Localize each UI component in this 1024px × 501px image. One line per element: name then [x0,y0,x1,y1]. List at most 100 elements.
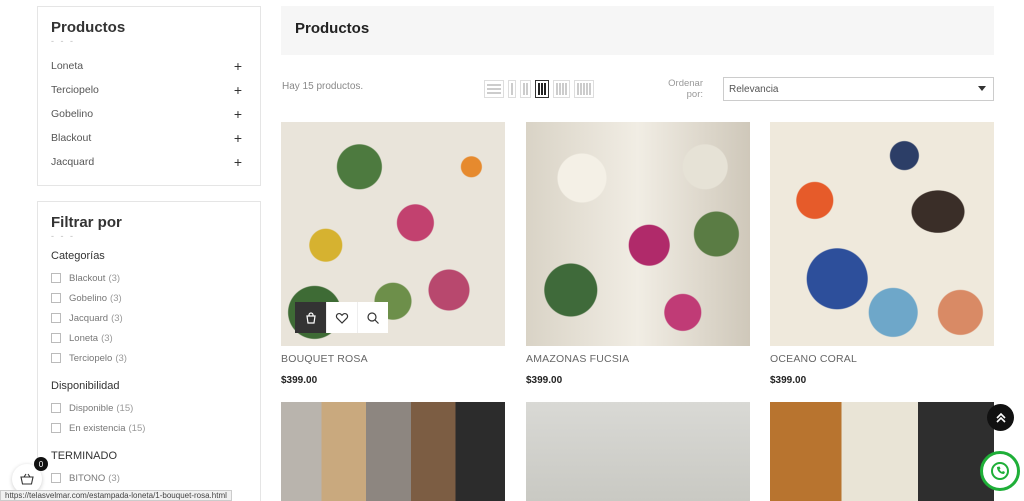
product-price: $399.00 [770,375,807,386]
filter-option-label: Terciopelo [69,352,113,364]
plus-icon[interactable]: + [234,130,242,146]
filter-checkbox[interactable] [51,353,61,363]
filter-option-gobelino[interactable]: Gobelino (3) [38,288,260,308]
product-card[interactable] [770,402,994,501]
sort-value: Relevancia [729,84,779,95]
product-card[interactable]: BOUQUET ROSA $399.00 [281,122,505,386]
filter-checkbox[interactable] [51,403,61,413]
product-card[interactable]: AMAZONAS FUCSIA $399.00 [526,122,750,386]
filter-section-title-disponibilidad: Disponibilidad [51,380,120,392]
category-label: Blackout [51,132,92,144]
caret-down-icon [978,86,986,91]
category-label: Terciopelo [51,84,99,96]
filter-option-count: (3) [111,312,123,324]
filter-option-en-existencia[interactable]: En existencia (15) [38,418,260,438]
plus-icon[interactable]: + [234,154,242,170]
filter-option-count: (3) [110,292,122,304]
whatsapp-button[interactable] [980,451,1020,491]
title-dashes: - - - [51,231,75,241]
basket-icon [20,473,34,485]
filter-option-terciopelo[interactable]: Terciopelo (3) [38,348,260,368]
status-bar-url: https://telasvelmar.com/estampada-loneta… [0,490,232,501]
filter-option-label: Disponible [69,402,114,414]
product-image[interactable] [526,122,750,346]
product-price: $399.00 [281,375,318,386]
categories-title: Productos [51,19,126,36]
filter-option-jacquard[interactable]: Jacquard (3) [38,308,260,328]
filter-option-label: Loneta [69,332,99,344]
card-actions [295,302,388,333]
magnifier-icon[interactable] [357,302,388,333]
product-image[interactable] [281,402,505,501]
filter-option-label: Blackout [69,272,106,284]
plus-icon[interactable]: + [234,82,242,98]
category-item-terciopelo[interactable]: Terciopelo + [38,78,260,102]
filter-checkbox[interactable] [51,473,61,483]
filter-checkbox[interactable] [51,273,61,283]
category-list: Loneta + Terciopelo + Gobelino + Blackout + … [38,54,260,174]
filter-option-label: Jacquard [69,312,109,324]
category-item-loneta[interactable]: Loneta + [38,54,260,78]
category-item-blackout[interactable]: Blackout + [38,126,260,150]
product-count: Hay 15 productos. [282,81,364,92]
filter-checkbox[interactable] [51,423,61,433]
category-label: Jacquard [51,156,95,168]
sort-select[interactable]: Relevancia [723,77,994,101]
product-image[interactable] [281,122,505,346]
filter-option-count: (15) [128,422,146,434]
filter-option-count: (15) [116,402,134,414]
filter-option-label: Gobelino [69,292,108,304]
grid-5-view-icon[interactable] [553,80,570,98]
sort-label: Ordenar por: [668,78,703,100]
filter-option-label: BITONO [69,472,106,484]
grid-6-view-icon[interactable] [574,80,594,98]
filter-option-count: (3) [115,352,127,364]
product-name[interactable]: BOUQUET ROSA [281,353,505,365]
product-name[interactable]: AMAZONAS FUCSIA [526,353,750,365]
filter-option-label: En existencia [69,422,126,434]
product-card[interactable]: OCEANO CORAL $399.00 [770,122,994,386]
filter-checkbox[interactable] [51,313,61,323]
grid-3-view-icon[interactable] [520,80,531,98]
grid-view-switcher [484,80,594,98]
filter-option-count: (3) [108,472,120,484]
filter-checkbox[interactable] [51,333,61,343]
category-item-jacquard[interactable]: Jacquard + [38,150,260,174]
whatsapp-icon [991,462,1009,480]
grid-2-view-icon[interactable] [508,80,516,98]
heart-icon[interactable] [326,302,357,333]
plus-icon[interactable]: + [234,106,242,122]
filter-option-loneta[interactable]: Loneta (3) [38,328,260,348]
page-title: Productos [295,20,370,37]
product-price: $399.00 [526,375,563,386]
filter-option-count: (3) [108,272,121,284]
category-label: Gobelino [51,108,94,120]
filter-section-title-categorias: Categorías [51,250,105,262]
categories-panel: Productos - - - Loneta + Terciopelo + Gobe… [37,6,261,186]
product-name[interactable]: OCEANO CORAL [770,353,994,365]
filter-option-bitono[interactable]: BITONO (3) [38,468,260,488]
filter-panel: Filtrar por - - - Categorías Blackout (3)… [37,201,261,501]
list-view-icon[interactable] [484,80,504,98]
grid-4-view-icon[interactable] [535,80,549,98]
filter-option-disponible[interactable]: Disponible (15) [38,398,260,418]
filter-title: Filtrar por [51,214,122,231]
plus-icon[interactable]: + [234,58,242,74]
product-image[interactable] [770,122,994,346]
filter-section-title-terminado: TERMINADO [51,450,117,462]
product-card[interactable] [281,402,505,501]
filter-checkbox[interactable] [51,293,61,303]
bag-icon[interactable] [295,302,326,333]
category-label: Loneta [51,60,84,72]
scroll-to-top-button[interactable] [987,404,1014,431]
page-header-bar: Productos [281,6,994,55]
cart-count-badge: 0 [34,457,48,471]
title-dashes: - - - [51,36,75,46]
filter-option-blackout[interactable]: Blackout (3) [38,268,260,288]
filter-option-count: (3) [101,332,113,344]
product-card[interactable] [526,402,750,501]
double-chevron-up-icon [995,412,1006,423]
product-image[interactable] [770,402,994,501]
category-item-gobelino[interactable]: Gobelino + [38,102,260,126]
product-image[interactable] [526,402,750,501]
